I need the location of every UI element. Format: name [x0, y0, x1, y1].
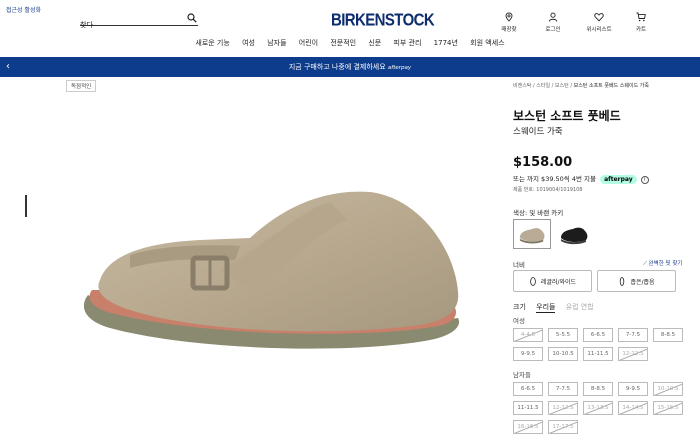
image-gallery-indicator[interactable] — [25, 195, 27, 217]
brand-logo[interactable]: BIRKENSTOCK — [331, 11, 435, 31]
size-option[interactable]: 12-12.5 — [548, 401, 578, 415]
cart-label: 카트 — [635, 27, 647, 33]
nav-item-professional[interactable]: 전문적인 — [330, 38, 356, 48]
store-locator-label: 매장찾 — [501, 27, 517, 33]
size-tabs: 크기 우리들 유럽 연합 — [513, 302, 602, 313]
product-title: 보스턴 소프트 풋베드 — [513, 109, 621, 123]
size-option[interactable]: 10-10.5 — [653, 382, 683, 396]
size-option[interactable]: 11-11.5 — [583, 347, 613, 361]
size-option[interactable]: 9-9.5 — [513, 347, 543, 361]
size-option[interactable]: 4-4.5 — [513, 328, 543, 342]
breadcrumb-current: 보스턴 소프트 풋베드 스웨이드 가죽 — [573, 83, 649, 89]
size-tab-label: 크기 — [513, 303, 526, 311]
main-nav: 새로운 기능 여성 남자들 어린이 전문적인 신문 피부 관리 1774년 회원… — [0, 38, 700, 48]
afterpay-badge[interactable]: afterpay — [600, 175, 637, 184]
wishlist-label: 위시리스트 — [586, 27, 612, 33]
location-pin-icon — [505, 12, 513, 22]
nav-item-1774[interactable]: 1774년 — [434, 38, 458, 48]
footprint-icon — [530, 277, 536, 286]
exclusive-badge: 독점적인 — [66, 80, 97, 92]
size-option[interactable]: 6-6.5 — [513, 382, 543, 396]
part-number: 제품 번호: 1019004/1019108 — [513, 187, 583, 193]
find-fit-text: 완벽한 핏 찾기 — [648, 261, 683, 267]
size-option[interactable]: 17-17.5 — [548, 420, 578, 434]
cart-icon — [636, 12, 646, 22]
promo-banner: ‹ 지금 구매하고 나중에 결제하세요 afterpay — [0, 57, 700, 77]
nav-item-kids[interactable]: 어린이 — [299, 38, 318, 48]
product-subtitle: 스웨이드 가죽 — [513, 127, 563, 137]
width-option-regular-label: 레귤러/와이드 — [540, 278, 577, 286]
size-option[interactable]: 8-8.5 — [583, 382, 613, 396]
size-option[interactable]: 12-12.5 — [618, 347, 648, 361]
size-option[interactable]: 15-15.5 — [653, 401, 683, 415]
size-tab-eu[interactable]: 유럽 연합 — [566, 303, 594, 311]
color-swatch-black[interactable] — [555, 219, 593, 249]
chevron-left-icon[interactable]: ‹ — [6, 57, 10, 77]
size-option[interactable]: 6-6.5 — [583, 328, 613, 342]
cart[interactable]: 카트 — [621, 12, 661, 33]
nav-item-member-access[interactable]: 회원 액세스 — [470, 38, 504, 48]
find-fit-link[interactable]: ⟋ 완벽한 핏 찾기 — [643, 259, 682, 268]
breadcrumb-path[interactable]: 비켄스탁 / 스타일 / 보스턴 / — [513, 83, 574, 89]
product-price: $158.00 — [513, 155, 573, 170]
women-sizes-label: 여성 — [513, 317, 525, 325]
nav-item-men[interactable]: 남자들 — [267, 38, 286, 48]
size-option[interactable]: 10-10.5 — [548, 347, 578, 361]
width-option-regular[interactable]: 레귤러/와이드 — [513, 270, 592, 292]
nav-item-skincare[interactable]: 피부 관리 — [393, 38, 421, 48]
width-option-narrow-label: 좁은/좁음 — [630, 278, 655, 286]
skip-accessibility-link[interactable]: 접근성 활성화 — [6, 5, 41, 14]
size-option[interactable]: 9-9.5 — [618, 382, 648, 396]
search-bar — [80, 12, 198, 32]
men-size-grid: 6-6.5 7-7.5 8-8.5 9-9.5 10-10.5 11-11.5 12-12.… — [513, 382, 683, 434]
footprint-icon — [620, 277, 625, 286]
width-label: 너비 — [513, 261, 525, 269]
ruler-icon: ⟋ — [643, 261, 647, 267]
login-label: 로그인 — [545, 27, 561, 33]
nav-item-new[interactable]: 새로운 기능 — [195, 38, 229, 48]
heart-icon — [594, 13, 604, 22]
banner-text: 지금 구매하고 나중에 결제하세요 — [288, 63, 386, 71]
store-locator[interactable]: 매장찾 — [489, 12, 529, 33]
installment-text: 또는 까지 $39.50씩 4번 지불 — [513, 175, 596, 183]
banner-afterpay-brand: afterpay — [387, 65, 412, 71]
men-sizes-label: 남자들 — [513, 371, 531, 379]
size-option[interactable]: 16-16.5 — [513, 420, 543, 434]
size-tab-us[interactable]: 우리들 — [536, 303, 556, 313]
product-image — [83, 191, 460, 349]
login[interactable]: 로그인 — [533, 12, 573, 33]
installment-info: 또는 까지 $39.50씩 4번 지불 afterpay i — [513, 173, 649, 184]
color-swatch-faded-khaki[interactable] — [513, 219, 551, 249]
size-option[interactable]: 7-7.5 — [548, 382, 578, 396]
women-size-grid: 4-4.5 5-5.5 6-6.5 7-7.5 8-8.5 9-9.5 10-10.5 11-… — [513, 328, 683, 361]
search-icon[interactable] — [187, 13, 197, 23]
size-option[interactable]: 11-11.5 — [513, 401, 543, 415]
nav-item-women[interactable]: 여성 — [242, 38, 255, 48]
size-option[interactable]: 5-5.5 — [548, 328, 578, 342]
size-option[interactable]: 8-8.5 — [653, 328, 683, 342]
size-option[interactable]: 13-13.5 — [583, 401, 613, 415]
wishlist[interactable]: 위시리스트 — [579, 12, 619, 33]
search-input[interactable] — [80, 18, 180, 32]
width-option-narrow[interactable]: 좁은/좁음 — [597, 270, 676, 292]
size-option[interactable]: 7-7.5 — [618, 328, 648, 342]
size-option[interactable]: 14-14.5 — [618, 401, 648, 415]
breadcrumb: 비켄스탁 / 스타일 / 보스턴 / 보스턴 소프트 풋베드 스웨이드 가죽 — [513, 82, 649, 89]
info-icon[interactable]: i — [640, 176, 649, 184]
nav-item-news[interactable]: 신문 — [368, 38, 381, 48]
color-label: 색상: 및 바랜 카키 — [513, 209, 564, 217]
user-icon — [548, 12, 558, 22]
